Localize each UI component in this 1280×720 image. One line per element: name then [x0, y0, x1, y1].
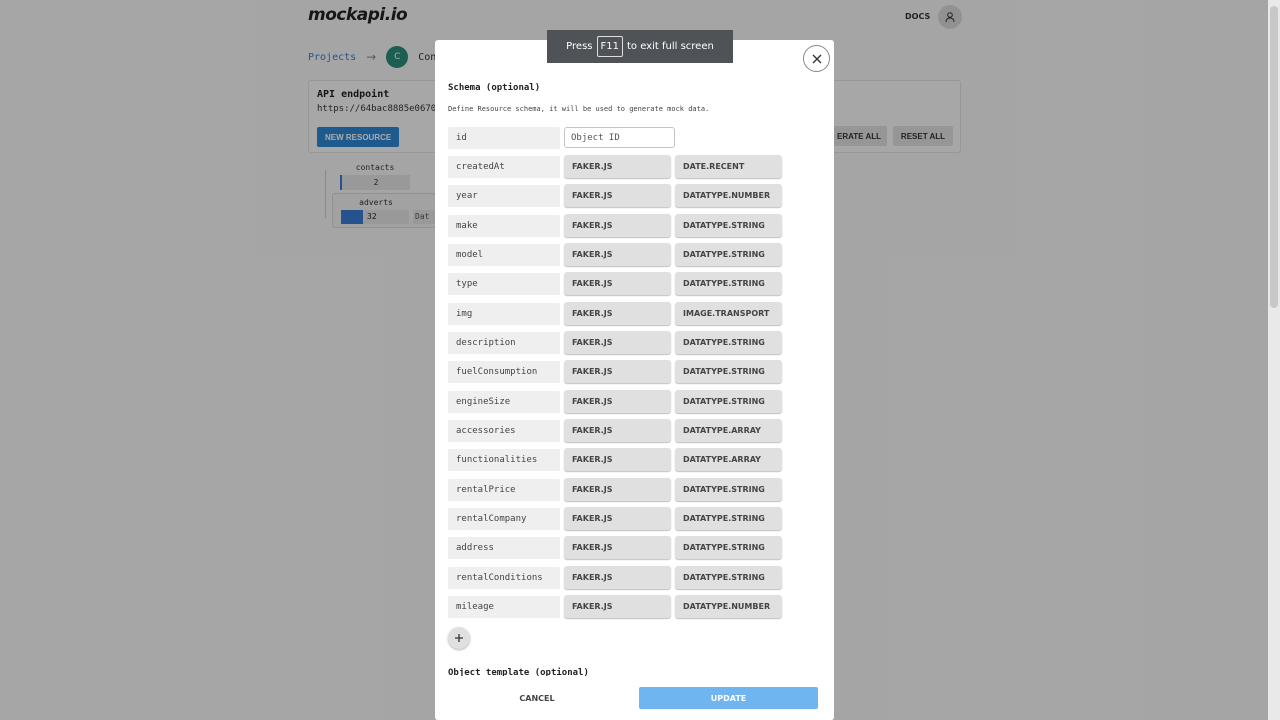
field-name-input[interactable]: description	[448, 332, 560, 354]
page-scrollbar-thumb[interactable]	[1270, 6, 1278, 308]
type-select-button[interactable]: DATATYPE.STRING	[675, 214, 782, 237]
field-name-input[interactable]: year	[448, 185, 560, 207]
generator-select-button[interactable]: FAKER.JS	[564, 331, 671, 354]
generator-select-button[interactable]: FAKER.JS	[564, 507, 671, 530]
type-select-button[interactable]: DATATYPE.STRING	[675, 331, 782, 354]
generator-select-button[interactable]: FAKER.JS	[564, 214, 671, 237]
cancel-button[interactable]: CANCEL	[505, 687, 569, 709]
plus-icon	[455, 634, 463, 642]
field-name-input[interactable]: model	[448, 244, 560, 266]
field-name-input[interactable]: id	[448, 127, 560, 149]
field-name-input[interactable]: rentalCompany	[448, 508, 560, 530]
schema-description: Define Resource schema, it will be used …	[448, 105, 710, 113]
fullscreen-toast: Press F11 to exit full screen	[547, 30, 733, 63]
type-select-button[interactable]: DATATYPE.STRING	[675, 507, 782, 530]
add-field-button[interactable]	[448, 627, 470, 649]
toast-press-text: Press	[566, 41, 593, 52]
type-select-button[interactable]: DATATYPE.ARRAY	[675, 448, 782, 471]
edit-resource-modal: Schema (optional) Define Resource schema…	[435, 40, 834, 720]
generator-select-button[interactable]: FAKER.JS	[564, 155, 671, 178]
generator-select-button[interactable]: FAKER.JS	[564, 448, 671, 471]
modal-footer: CANCEL UPDATE	[435, 676, 834, 720]
field-name-input[interactable]: make	[448, 215, 560, 237]
type-select-button[interactable]: IMAGE.TRANSPORT	[675, 302, 782, 325]
toast-key: F11	[596, 36, 623, 57]
field-name-input[interactable]: fuelConsumption	[448, 361, 560, 383]
generator-select-button[interactable]: FAKER.JS	[564, 478, 671, 501]
type-select-button[interactable]: DATATYPE.STRING	[675, 360, 782, 383]
generator-select-button[interactable]: FAKER.JS	[564, 243, 671, 266]
generator-select-button[interactable]: FAKER.JS	[564, 302, 671, 325]
field-name-input[interactable]: functionalities	[448, 449, 560, 471]
type-select-button[interactable]: DATATYPE.STRING	[675, 243, 782, 266]
toast-suffix-text: to exit full screen	[626, 41, 714, 52]
field-name-input[interactable]: address	[448, 537, 560, 559]
type-select-button[interactable]: DATATYPE.STRING	[675, 272, 782, 295]
field-name-input[interactable]: img	[448, 303, 560, 325]
type-select-button[interactable]: DATATYPE.STRING	[675, 390, 782, 413]
update-button[interactable]: UPDATE	[639, 687, 818, 709]
field-name-input[interactable]: rentalConditions	[448, 567, 560, 589]
close-icon	[812, 54, 821, 63]
generator-select-button[interactable]: FAKER.JS	[564, 184, 671, 207]
field-name-input[interactable]: engineSize	[448, 391, 560, 413]
type-select-button[interactable]: DATATYPE.STRING	[675, 536, 782, 559]
field-name-input[interactable]: rentalPrice	[448, 479, 560, 501]
type-select-button[interactable]: DATATYPE.ARRAY	[675, 419, 782, 442]
generator-select-button[interactable]: FAKER.JS	[564, 390, 671, 413]
field-name-input[interactable]: type	[448, 273, 560, 295]
field-name-input[interactable]: createdAt	[448, 156, 560, 178]
generator-select-button[interactable]: FAKER.JS	[564, 595, 671, 618]
field-name-input[interactable]: mileage	[448, 596, 560, 618]
field-name-input[interactable]: accessories	[448, 420, 560, 442]
generator-select-button[interactable]: FAKER.JS	[564, 272, 671, 295]
generator-select-button[interactable]: FAKER.JS	[564, 419, 671, 442]
generator-select-button[interactable]: FAKER.JS	[564, 536, 671, 559]
type-select-button[interactable]: DATATYPE.NUMBER	[675, 595, 782, 618]
type-select-button[interactable]: DATATYPE.NUMBER	[675, 184, 782, 207]
generator-select-button[interactable]: FAKER.JS	[564, 360, 671, 383]
modal-close-button[interactable]	[803, 45, 830, 72]
schema-title: Schema (optional)	[448, 83, 541, 93]
type-select-button[interactable]: DATATYPE.STRING	[675, 478, 782, 501]
id-type-select[interactable]	[564, 127, 675, 148]
generator-select-button[interactable]: FAKER.JS	[564, 566, 671, 589]
type-select-button[interactable]: DATATYPE.STRING	[675, 566, 782, 589]
type-select-button[interactable]: DATE.RECENT	[675, 155, 782, 178]
